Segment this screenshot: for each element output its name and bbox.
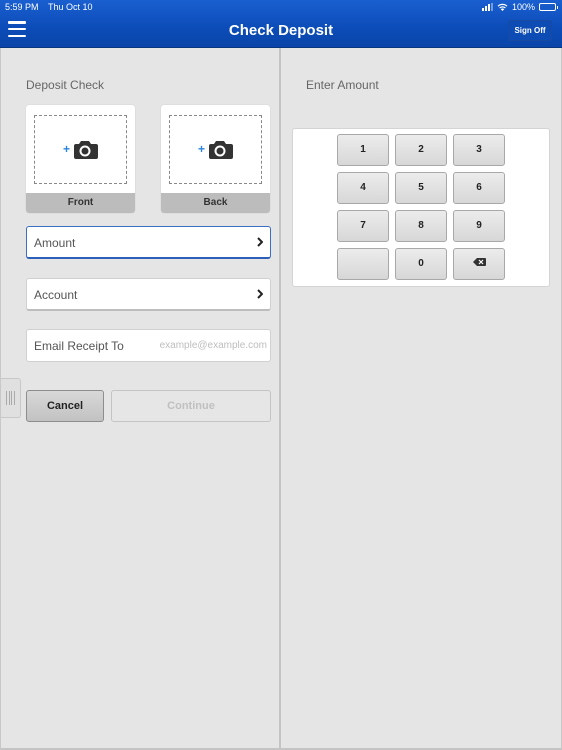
cancel-button[interactable]: Cancel xyxy=(26,390,104,422)
top-bar: 5:59 PM Thu Oct 10 100% Check Deposit Si… xyxy=(0,0,562,48)
backspace-icon xyxy=(472,258,486,267)
chevron-right-icon xyxy=(257,289,263,299)
key-backspace[interactable] xyxy=(453,248,505,280)
front-photo-button[interactable]: + Front xyxy=(26,105,135,213)
key-4[interactable]: 4 xyxy=(337,172,389,204)
email-receipt-field: Email Receipt To xyxy=(26,329,271,362)
wifi-icon xyxy=(497,3,508,11)
plus-icon: + xyxy=(197,141,205,156)
battery-percent: 100% xyxy=(511,2,535,12)
email-input[interactable] xyxy=(139,330,267,361)
amount-label: Amount xyxy=(34,236,76,250)
plus-icon: + xyxy=(62,141,70,156)
key-5[interactable]: 5 xyxy=(395,172,447,204)
key-2[interactable]: 2 xyxy=(395,134,447,166)
cellular-signal-icon xyxy=(481,3,493,11)
status-date: Thu Oct 10 xyxy=(48,2,93,12)
key-6[interactable]: 6 xyxy=(453,172,505,204)
email-receipt-label: Email Receipt To xyxy=(34,339,124,353)
key-9[interactable]: 9 xyxy=(453,210,505,242)
account-label: Account xyxy=(34,288,78,302)
key-3[interactable]: 3 xyxy=(453,134,505,166)
deposit-check-pane: Deposit Check + Front + Back Amount Acco… xyxy=(0,48,281,750)
key-0[interactable]: 0 xyxy=(395,248,447,280)
battery-icon xyxy=(539,3,558,11)
status-time: 5:59 PM xyxy=(5,2,39,12)
continue-button[interactable]: Continue xyxy=(111,390,271,422)
key-blank[interactable] xyxy=(337,248,389,280)
status-indicators: 100% xyxy=(481,2,558,12)
numeric-keypad: 1 2 3 4 5 6 7 8 9 0 xyxy=(292,128,550,287)
front-caption: Front xyxy=(26,193,135,213)
back-caption: Back xyxy=(161,193,270,213)
deposit-check-heading: Deposit Check xyxy=(26,78,105,92)
enter-amount-pane: Enter Amount 1 2 3 4 5 6 7 8 9 0 xyxy=(281,48,562,750)
camera-icon xyxy=(74,140,98,159)
sign-off-button[interactable]: Sign Off xyxy=(508,20,552,41)
pane-drag-handle[interactable] xyxy=(1,378,21,418)
key-1[interactable]: 1 xyxy=(337,134,389,166)
page-title: Check Deposit xyxy=(228,22,334,39)
account-field[interactable]: Account xyxy=(26,278,271,311)
amount-field[interactable]: Amount xyxy=(26,226,271,259)
enter-amount-heading: Enter Amount xyxy=(306,78,379,92)
photo-frame: + xyxy=(34,115,127,184)
back-photo-button[interactable]: + Back xyxy=(161,105,270,213)
key-7[interactable]: 7 xyxy=(337,210,389,242)
camera-icon xyxy=(209,140,233,159)
photo-frame: + xyxy=(169,115,262,184)
key-8[interactable]: 8 xyxy=(395,210,447,242)
chevron-right-icon xyxy=(257,237,263,247)
